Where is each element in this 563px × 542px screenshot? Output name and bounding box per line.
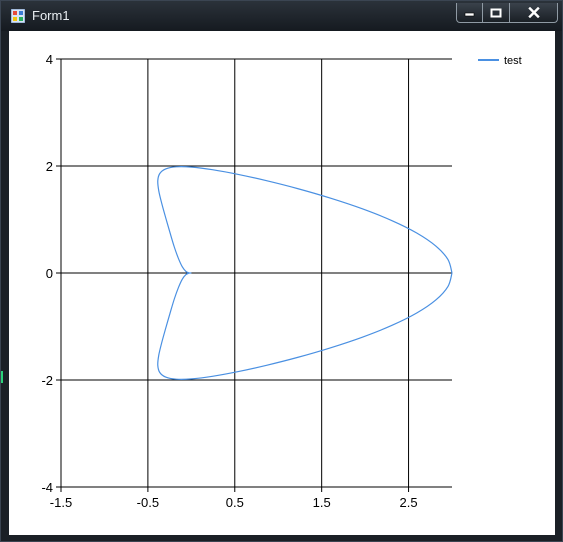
close-button[interactable] [510, 3, 558, 23]
x-tick-label: 1.5 [313, 495, 331, 510]
maximize-button[interactable] [483, 3, 510, 23]
y-tick-label: -2 [41, 373, 53, 388]
window-controls [456, 3, 558, 23]
maximize-icon [490, 8, 502, 17]
x-tick-label: 2.5 [400, 495, 418, 510]
application-window: Form1 -1.5 -0.5 0.5 1.5 2.5 4 2 0 -2 -4 … [0, 0, 563, 542]
x-tick-label: -1.5 [50, 495, 72, 510]
x-tick-label: 0.5 [226, 495, 244, 510]
minimize-icon [464, 12, 475, 16]
y-tick-label: -4 [41, 480, 53, 495]
y-tick-label: 2 [46, 159, 53, 174]
title-bar[interactable]: Form1 [1, 1, 562, 31]
legend-label: test [504, 55, 522, 67]
x-tick-label: -0.5 [137, 495, 159, 510]
form-client-area: -1.5 -0.5 0.5 1.5 2.5 4 2 0 -2 -4 test [9, 31, 555, 535]
y-tick-label: 4 [46, 52, 53, 67]
close-icon [527, 7, 540, 18]
window-edge-marker [1, 371, 3, 383]
y-tick-label: 0 [46, 266, 53, 281]
chart: -1.5 -0.5 0.5 1.5 2.5 4 2 0 -2 -4 test [41, 52, 522, 510]
window-title: Form1 [32, 8, 70, 23]
app-icon [11, 9, 25, 23]
minimize-button[interactable] [456, 3, 483, 23]
